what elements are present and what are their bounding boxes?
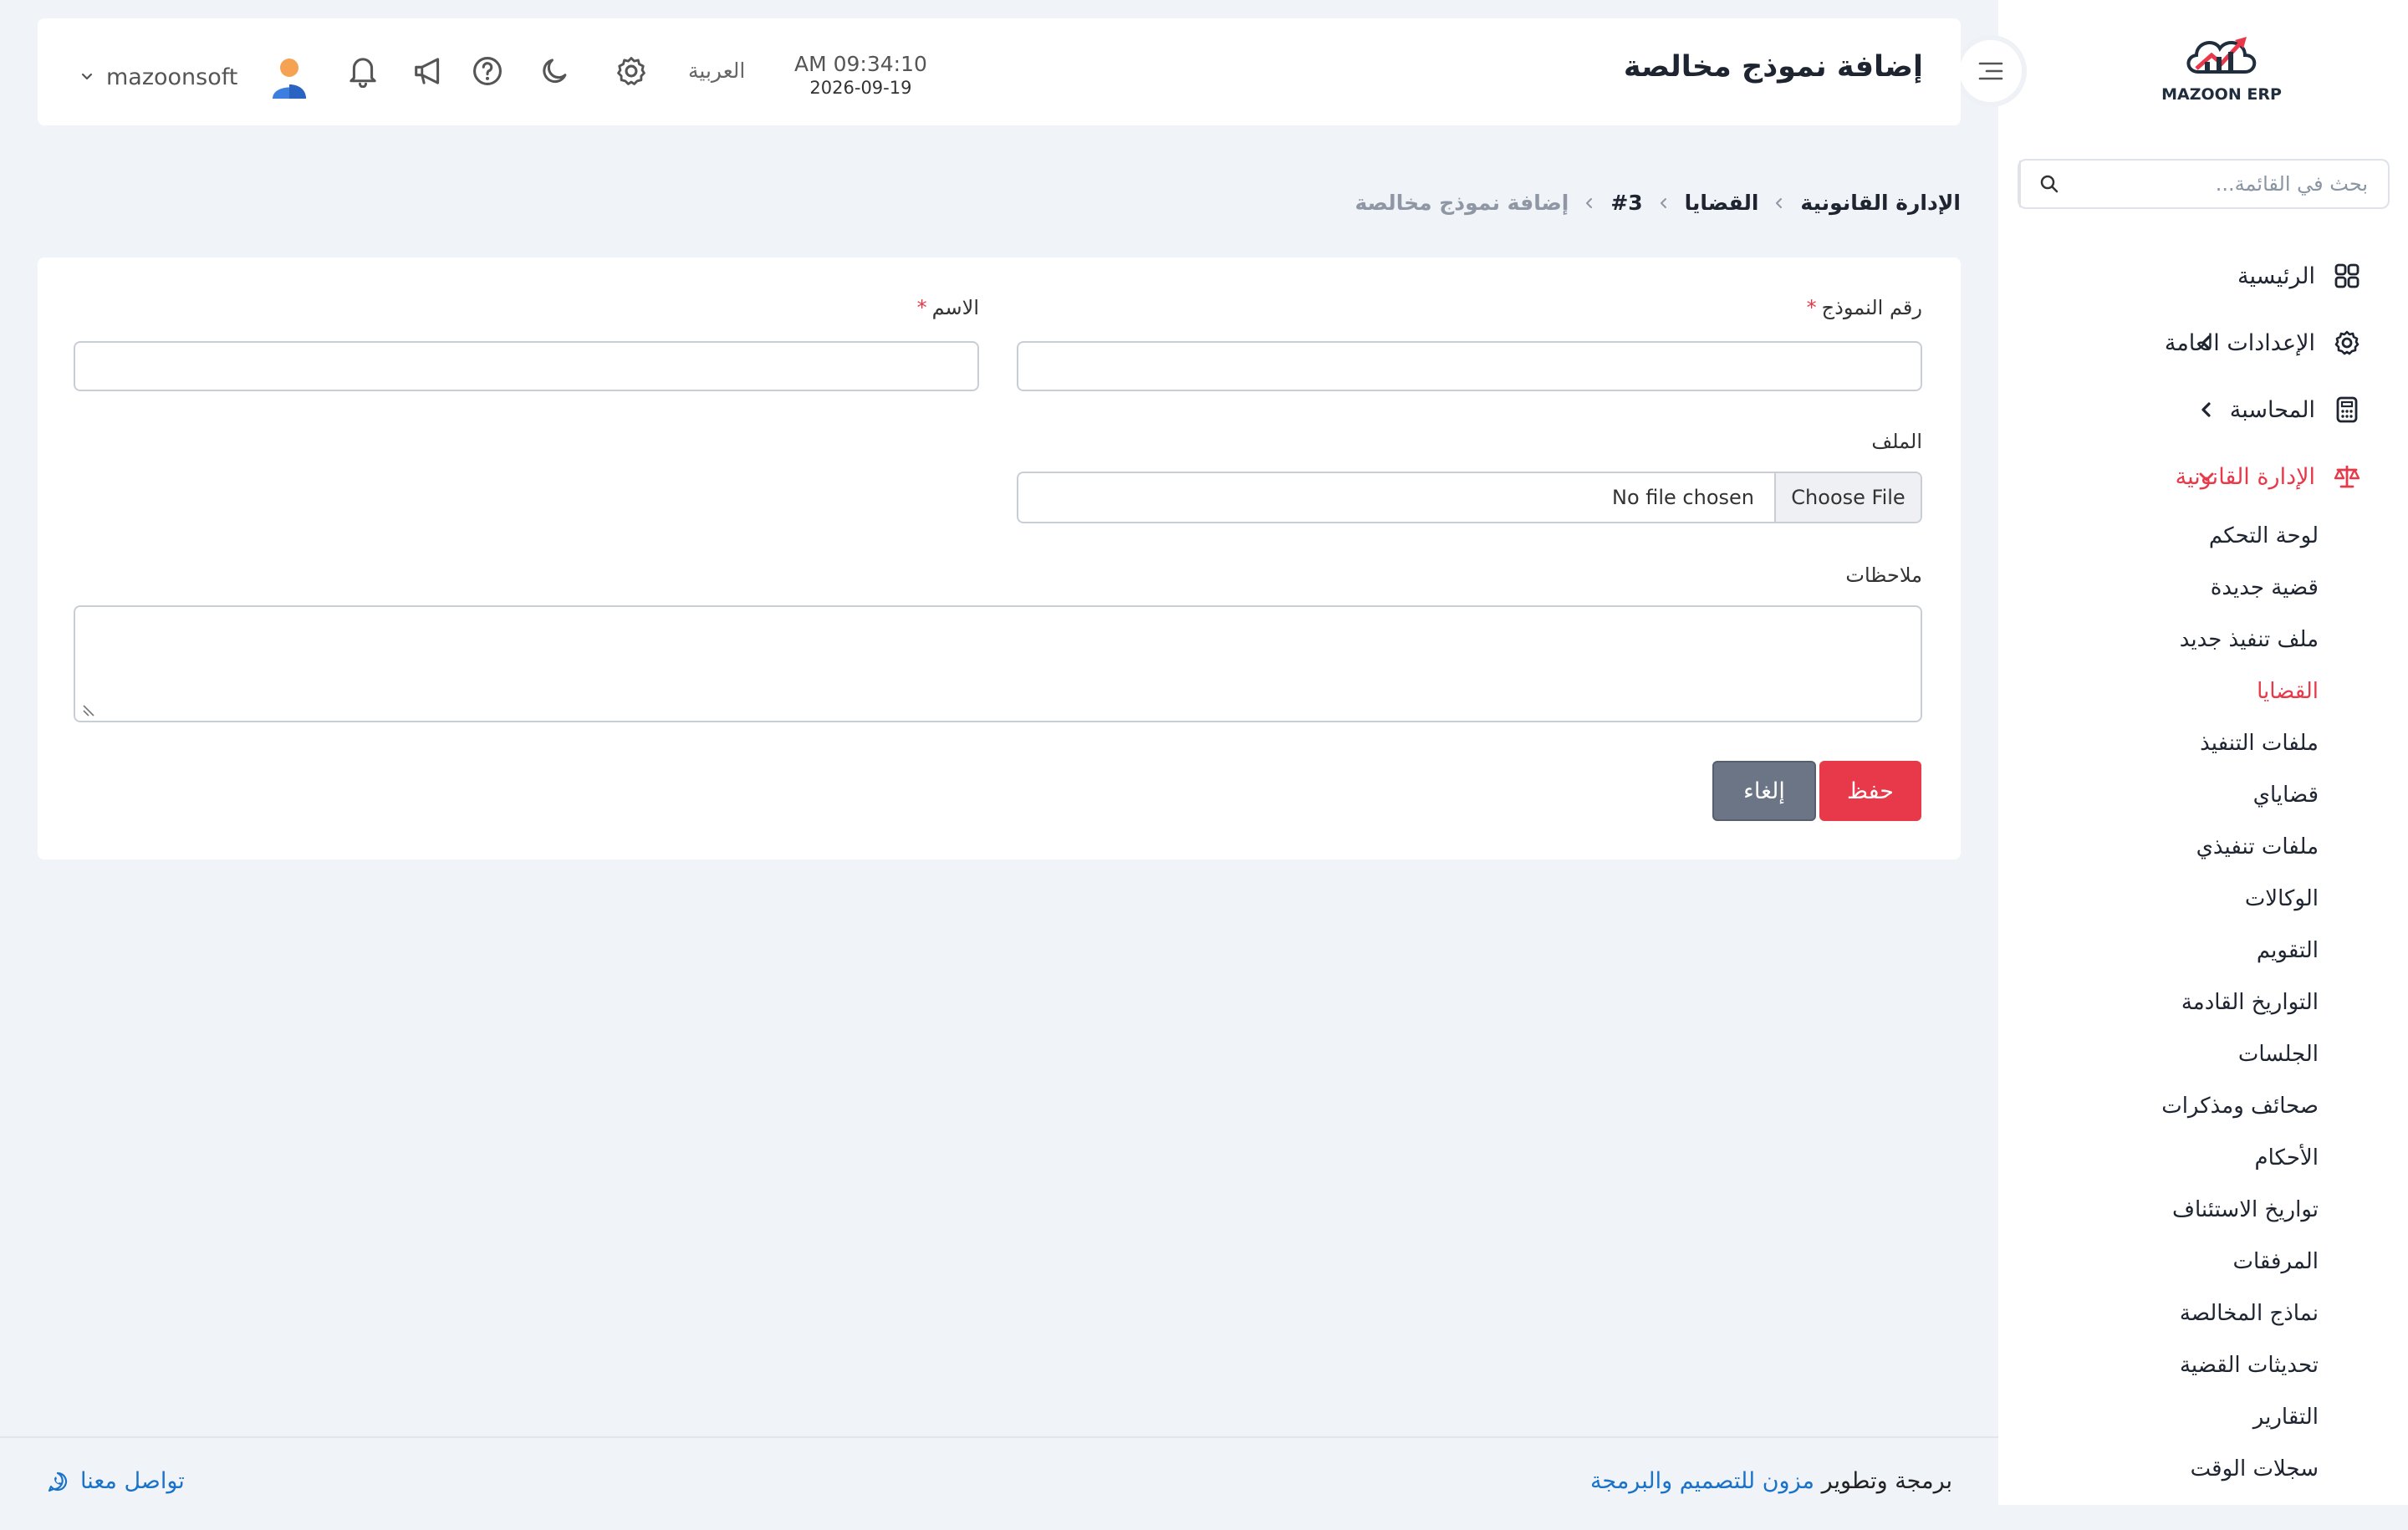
form-number-input[interactable] <box>1017 341 1922 391</box>
submenu-item-cases[interactable]: القضايا <box>1998 666 2319 717</box>
footer: برمجة وتطوير مزون للتصميم والبرمجة تواصل… <box>0 1436 1998 1530</box>
chevron-left-icon <box>1660 197 1666 208</box>
sidebar-menu: الرئيسية الإعدادات العامة المحاسبة الإدا… <box>1998 242 2408 1495</box>
submenu-item-execution-files[interactable]: ملفات التنفيذ <box>1998 717 2319 769</box>
save-button[interactable]: حفظ <box>1819 761 1921 821</box>
language-switcher[interactable]: العربية <box>688 59 745 83</box>
sidebar-toggle-button[interactable] <box>1955 35 2027 107</box>
file-input[interactable]: Choose File No file chosen <box>1017 472 1922 523</box>
avatar-icon <box>273 59 307 99</box>
chevron-left-icon <box>2201 402 2211 417</box>
notes-textarea[interactable] <box>74 605 1922 722</box>
contact-us-link[interactable]: تواصل معنا <box>47 1468 185 1494</box>
sidebar-item-label: الإعدادات العامة <box>2164 329 2315 356</box>
submenu-item-sessions[interactable]: الجلسات <box>1998 1028 2319 1080</box>
username: mazoonsoft <box>106 64 238 90</box>
bell-icon <box>349 58 376 88</box>
submenu-item-new-case[interactable]: قضية جديدة <box>1998 562 2319 614</box>
search-icon <box>2040 175 2059 193</box>
submenu-item-calendar[interactable]: التقويم <box>1998 925 2319 977</box>
scale-icon <box>2332 462 2362 492</box>
form-number-label: رقم النموذج* <box>1806 296 1922 319</box>
grid-icon <box>2332 261 2362 291</box>
sidebar-item-label: الرئيسية <box>2237 263 2315 289</box>
help-button[interactable] <box>468 52 507 90</box>
chevron-down-icon <box>81 73 93 80</box>
sidebar-search <box>2018 159 2390 209</box>
file-status: No file chosen <box>1611 486 1754 509</box>
submenu-item-new-execution-file[interactable]: ملف تنفيذ جديد <box>1998 614 2319 666</box>
app-logo[interactable]: MAZOON ERP <box>2159 32 2284 115</box>
sidebar: MAZOON ERP الرئيسية <box>1998 0 2408 1505</box>
sidebar-item-accounting[interactable]: المحاسبة <box>1998 376 2408 443</box>
legal-submenu: لوحة التحكم قضية جديدة ملف تنفيذ جديد ال… <box>1998 510 2408 1495</box>
required-mark: * <box>1806 296 1817 319</box>
submenu-item-case-updates[interactable]: تحديثات القضية <box>1998 1339 2319 1391</box>
search-button[interactable] <box>2019 161 2078 207</box>
user-menu[interactable]: mazoonsoft <box>78 54 313 100</box>
file-label: الملف <box>1871 430 1922 453</box>
submenu-item-my-cases[interactable]: قضاياي <box>1998 769 2319 821</box>
header-date: 2026-09-19 <box>809 78 912 98</box>
gear-icon <box>2332 328 2362 358</box>
moon-icon <box>543 59 567 84</box>
sidebar-search-input[interactable] <box>2078 161 2388 207</box>
gear-icon <box>617 57 645 85</box>
breadcrumb-item-case-id[interactable]: #3 <box>1610 191 1642 215</box>
megaphone-icon <box>415 58 440 84</box>
required-mark: * <box>916 296 927 319</box>
resize-handle-icon[interactable] <box>82 704 95 717</box>
submenu-item-my-execution-files[interactable]: ملفات تنفيذي <box>1998 821 2319 873</box>
announcements-button[interactable] <box>410 52 448 90</box>
footer-credit: برمجة وتطوير مزون للتصميم والبرمجة <box>1590 1468 1952 1494</box>
submenu-item-clearance-forms[interactable]: نماذج المخالصة <box>1998 1288 2319 1339</box>
submenu-item-dashboard[interactable]: لوحة التحكم <box>1998 510 2319 562</box>
name-label: الاسم* <box>916 296 979 319</box>
submenu-item-agencies[interactable]: الوكالات <box>1998 873 2319 925</box>
footer-credit-prefix: برمجة وتطوير <box>1821 1468 1952 1494</box>
header-time: AM 09:34:10 <box>794 52 927 76</box>
logo-text: MAZOON ERP <box>2161 85 2282 104</box>
submenu-item-appeal-dates[interactable]: تواريخ الاستئناف <box>1998 1184 2319 1236</box>
calculator-icon <box>2332 395 2362 425</box>
submenu-item-time-logs[interactable]: سجلات الوقت <box>1998 1443 2319 1495</box>
whatsapp-icon <box>48 1471 68 1492</box>
top-header: إضافة نموذج مخالصة AM 09:34:10 2026-09-1… <box>38 18 1961 125</box>
notes-label: ملاحظات <box>1845 564 1922 587</box>
sidebar-item-home[interactable]: الرئيسية <box>1998 242 2408 309</box>
cancel-button[interactable]: إلغاء <box>1712 761 1816 821</box>
chevron-left-icon <box>1776 197 1783 208</box>
page-title: إضافة نموذج مخالصة <box>1623 50 1923 84</box>
logo-icon <box>2186 37 2257 74</box>
help-icon <box>473 57 502 85</box>
footer-credit-link[interactable]: مزون للتصميم والبرمجة <box>1590 1468 1814 1494</box>
contact-us-label: تواصل معنا <box>80 1468 185 1494</box>
name-input[interactable] <box>74 341 979 391</box>
breadcrumb-item-current: إضافة نموذج مخالصة <box>1354 191 1569 215</box>
chevron-down-icon <box>2199 472 2214 482</box>
chevron-left-icon <box>1586 197 1593 208</box>
menu-toggle-icon <box>1978 62 2003 80</box>
breadcrumb: الإدارة القانونية القضايا #3 إضافة نموذج… <box>1355 191 1961 215</box>
chevron-left-icon <box>2201 335 2211 350</box>
notifications-button[interactable] <box>344 52 382 90</box>
submenu-item-pleadings[interactable]: صحائف ومذكرات <box>1998 1080 2319 1132</box>
submenu-item-upcoming-dates[interactable]: التواريخ القادمة <box>1998 977 2319 1028</box>
header-clock: AM 09:34:10 2026-09-19 <box>794 52 927 98</box>
submenu-item-reports[interactable]: التقارير <box>1998 1391 2319 1443</box>
dark-mode-toggle[interactable] <box>536 52 574 90</box>
clearance-form-card: رقم النموذج* الاسم* الملف Choose File No… <box>38 258 1961 859</box>
choose-file-button[interactable]: Choose File <box>1774 473 1921 522</box>
sidebar-item-label: المحاسبة <box>2229 396 2315 423</box>
sidebar-item-legal-management[interactable]: الإدارة القانونية <box>1998 443 2408 510</box>
submenu-item-attachments[interactable]: المرفقات <box>1998 1236 2319 1288</box>
settings-button[interactable] <box>612 52 650 90</box>
sidebar-item-general-settings[interactable]: الإعدادات العامة <box>1998 309 2408 376</box>
breadcrumb-item-cases[interactable]: القضايا <box>1685 191 1759 215</box>
breadcrumb-item-legal[interactable]: الإدارة القانونية <box>1800 191 1961 215</box>
submenu-item-judgments[interactable]: الأحكام <box>1998 1132 2319 1184</box>
